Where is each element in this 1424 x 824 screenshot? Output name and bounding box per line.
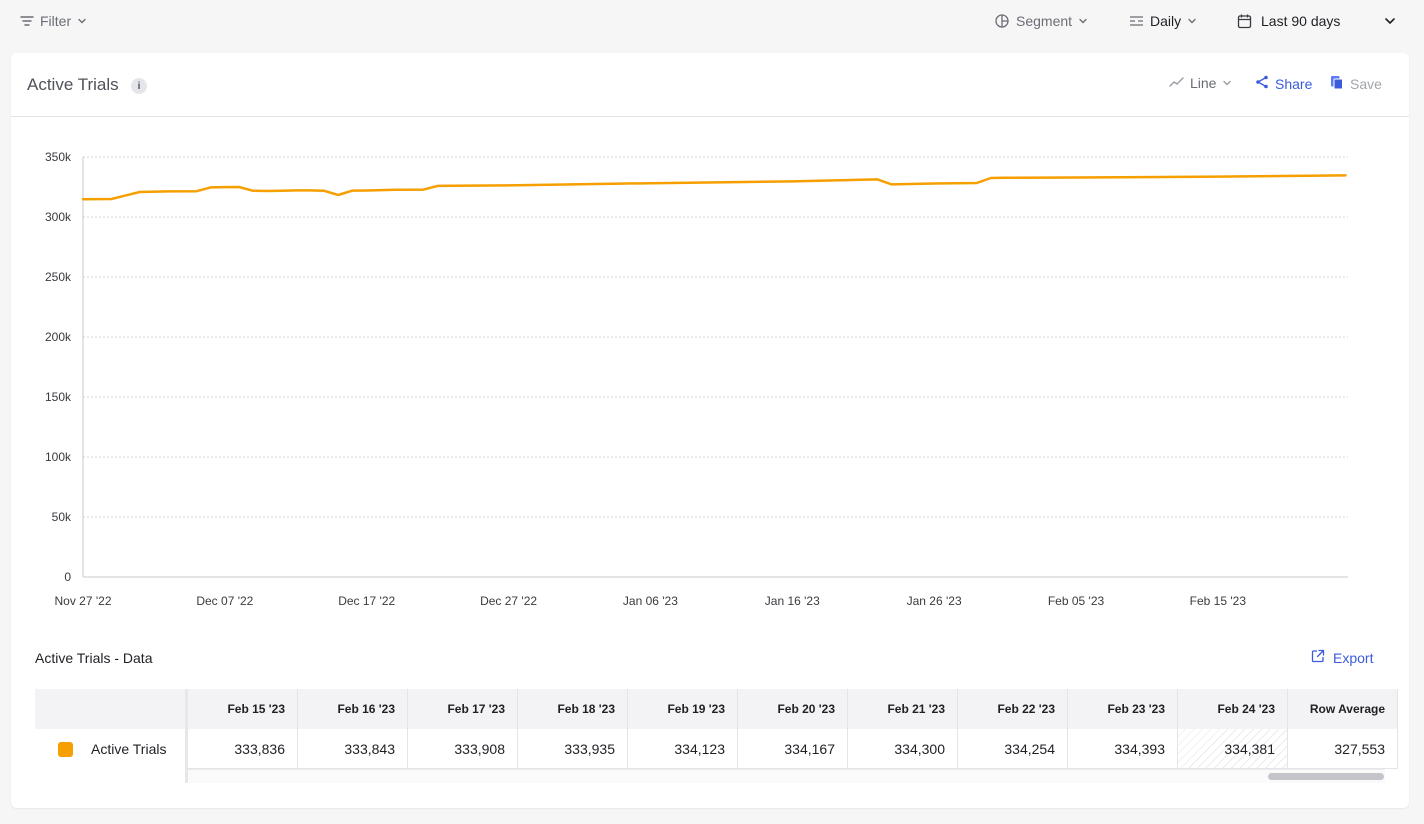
series-color-swatch xyxy=(58,741,73,757)
calendar-icon xyxy=(1237,13,1252,29)
table-cell: 334,393 xyxy=(1068,729,1177,769)
interval-icon xyxy=(1129,14,1144,28)
table-corner-header xyxy=(35,689,185,729)
filter-label: Filter xyxy=(40,13,72,29)
segment-label: Segment xyxy=(1016,13,1073,29)
x-tick-label: Dec 07 '22 xyxy=(196,594,253,608)
table-cell-partial: 334,381 xyxy=(1178,729,1287,769)
interval-dropdown[interactable]: Daily xyxy=(1129,11,1197,31)
interval-label: Daily xyxy=(1150,13,1182,29)
top-toolbar: Filter Segment Daily Last 90 days xyxy=(0,0,1424,42)
table-grid: Feb 15 '23 333,836 Feb 16 '23 333,843 Feb … xyxy=(188,689,1398,769)
table-column: Feb 20 '23 334,167 xyxy=(738,689,848,769)
x-tick-label: Feb 15 '23 xyxy=(1190,594,1247,608)
series-row-label: Active Trials xyxy=(35,729,185,769)
column-header: Feb 19 '23 xyxy=(628,689,737,729)
report-card: Active Trials i Line Share Save 0 50k 100k… xyxy=(11,53,1409,808)
y-tick-label: 250k xyxy=(45,270,72,284)
column-header: Feb 15 '23 xyxy=(188,689,297,729)
row-average-cell: 327,553 xyxy=(1288,729,1397,769)
segment-button[interactable]: Segment xyxy=(994,11,1088,31)
table-column: Feb 16 '23 333,843 xyxy=(298,689,408,769)
series-name: Active Trials xyxy=(91,741,167,757)
chevron-down-icon xyxy=(1078,16,1088,26)
table-column: Feb 23 '23 334,393 xyxy=(1068,689,1178,769)
table-cell: 334,167 xyxy=(738,729,847,769)
series-line xyxy=(81,174,1347,201)
x-tick-label: Jan 16 '23 xyxy=(765,594,820,608)
data-table: Active Trials Feb 15 '23 333,836 Feb 16 '… xyxy=(35,689,1398,783)
export-button[interactable]: Export xyxy=(1311,649,1373,666)
column-header: Feb 20 '23 xyxy=(738,689,847,729)
x-tick-label: Dec 27 '22 xyxy=(480,594,537,608)
y-tick-label: 350k xyxy=(45,150,72,164)
external-link-icon xyxy=(1311,649,1325,666)
table-column: Feb 19 '23 334,123 xyxy=(628,689,738,769)
table-cell: 333,836 xyxy=(188,729,297,769)
y-tick-label: 200k xyxy=(45,330,72,344)
column-header: Feb 23 '23 xyxy=(1068,689,1177,729)
y-tick-label: 150k xyxy=(45,390,72,404)
table-cell: 333,908 xyxy=(408,729,517,769)
filter-button[interactable]: Filter xyxy=(20,11,87,31)
horizontal-scrollbar[interactable] xyxy=(188,769,1385,783)
table-cell: 333,843 xyxy=(298,729,407,769)
column-header: Feb 21 '23 xyxy=(848,689,957,729)
data-section-title: Active Trials - Data xyxy=(35,650,153,666)
chevron-down-icon xyxy=(77,16,87,26)
y-tick-label: 300k xyxy=(45,210,72,224)
table-column: Feb 17 '23 333,908 xyxy=(408,689,518,769)
table-column: Feb 24 '23 334,381 xyxy=(1178,689,1288,769)
column-header: Feb 22 '23 xyxy=(958,689,1067,729)
chevron-down-icon xyxy=(1187,16,1197,26)
column-header: Feb 24 '23 xyxy=(1178,689,1287,729)
date-range-dropdown[interactable]: Last 90 days xyxy=(1237,11,1340,31)
date-range-label: Last 90 days xyxy=(1261,13,1341,29)
date-range-chevron[interactable] xyxy=(1384,11,1396,31)
table-column: Feb 18 '23 333,935 xyxy=(518,689,628,769)
column-header: Feb 17 '23 xyxy=(408,689,517,729)
column-header: Feb 18 '23 xyxy=(518,689,627,729)
y-tick-label: 100k xyxy=(45,450,72,464)
table-cell: 333,935 xyxy=(518,729,627,769)
table-cell: 334,300 xyxy=(848,729,957,769)
x-tick-label: Dec 17 '22 xyxy=(338,594,395,608)
x-tick-label: Jan 06 '23 xyxy=(623,594,678,608)
chevron-down-icon xyxy=(1384,15,1396,27)
x-tick-label: Nov 27 '22 xyxy=(55,594,112,608)
export-label: Export xyxy=(1333,649,1374,666)
y-tick-label: 0 xyxy=(64,570,71,584)
table-cell: 334,254 xyxy=(958,729,1067,769)
table-column: Feb 15 '23 333,836 xyxy=(188,689,298,769)
table-column: Feb 22 '23 334,254 xyxy=(958,689,1068,769)
column-header: Row Average xyxy=(1288,689,1397,729)
filter-icon xyxy=(20,14,34,28)
scrollbar-thumb[interactable] xyxy=(1268,773,1384,780)
x-tick-label: Jan 26 '23 xyxy=(907,594,962,608)
table-cell: 334,123 xyxy=(628,729,737,769)
y-tick-label: 50k xyxy=(52,510,72,524)
column-header: Feb 16 '23 xyxy=(298,689,407,729)
line-chart: 0 50k 100k 150k 200k 250k 300k 350k Nov 27 '22 De… xyxy=(45,150,1348,608)
segment-icon xyxy=(994,13,1010,29)
table-column: Feb 21 '23 334,300 xyxy=(848,689,958,769)
table-column: Row Average 327,553 xyxy=(1288,689,1398,769)
x-tick-label: Feb 05 '23 xyxy=(1048,594,1105,608)
